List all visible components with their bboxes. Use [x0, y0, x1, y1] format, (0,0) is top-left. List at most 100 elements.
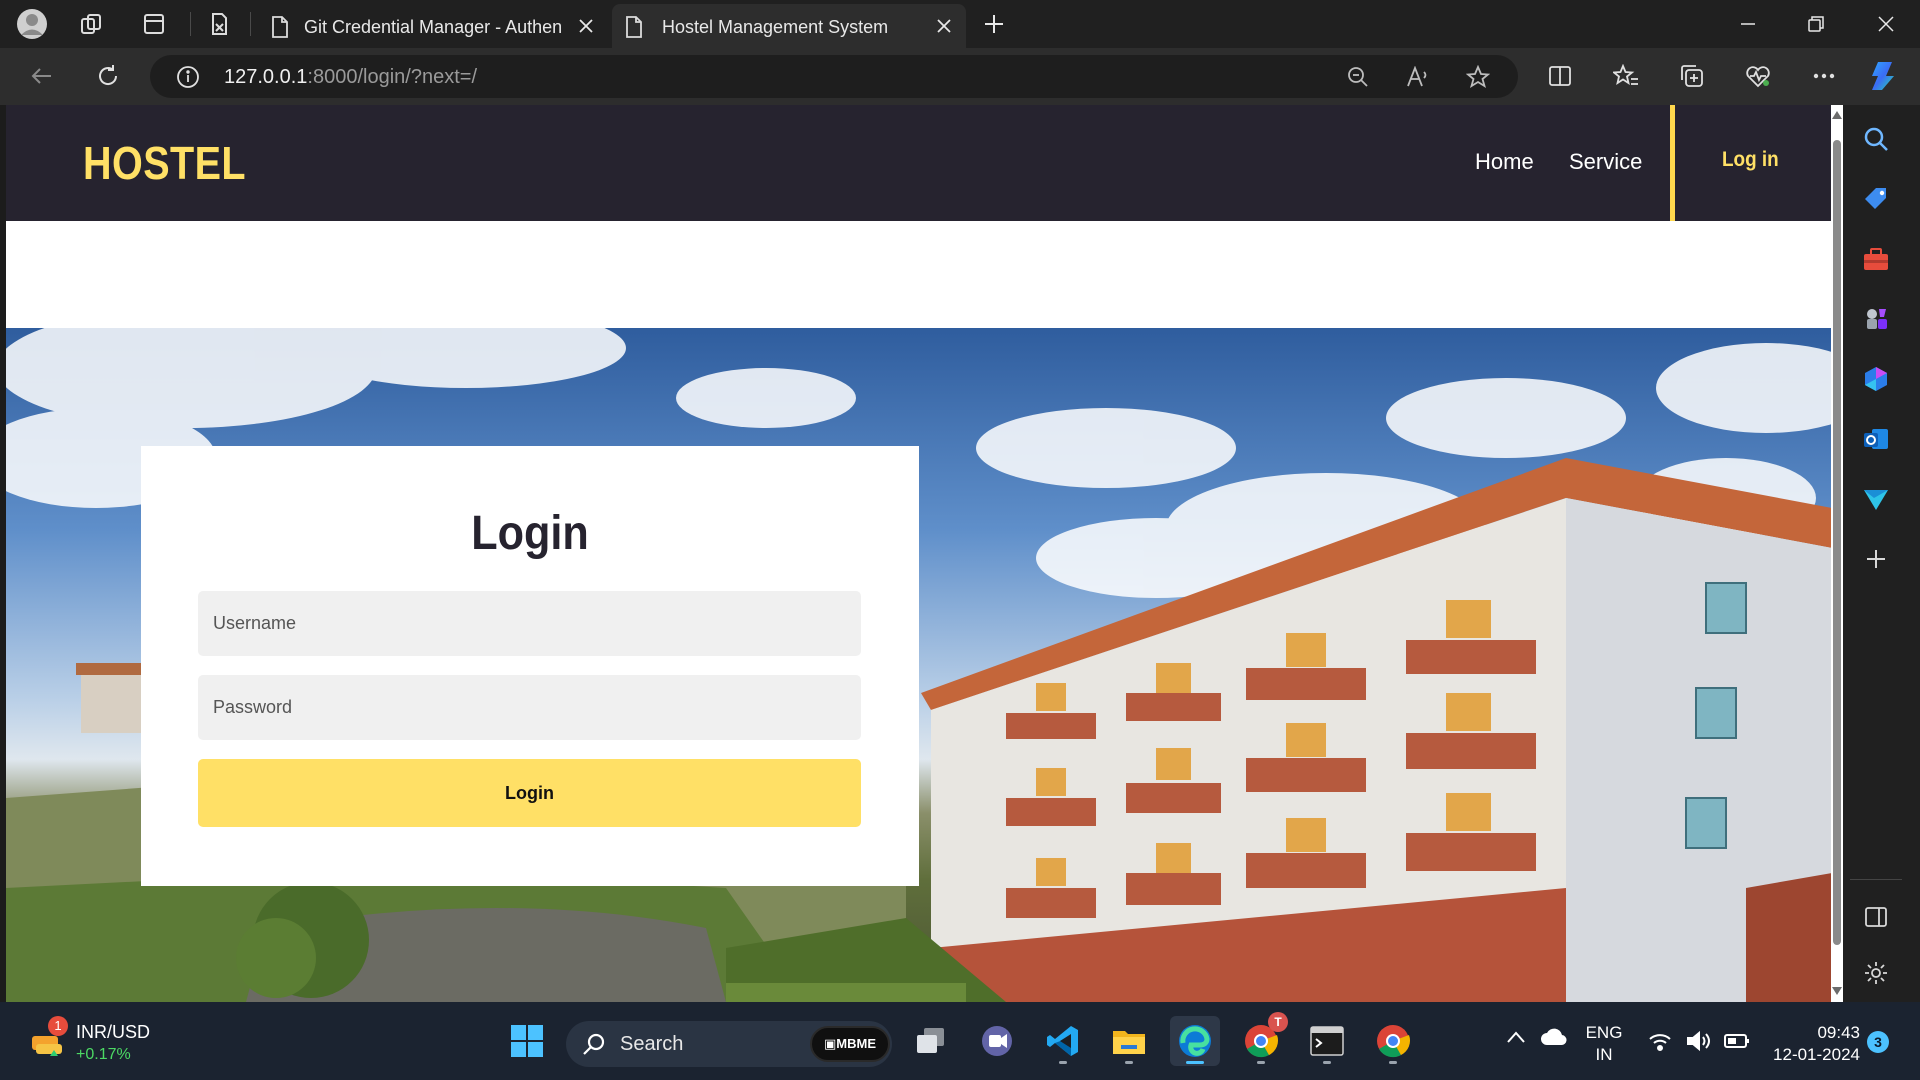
copilot-icon[interactable] — [1866, 56, 1906, 96]
back-arrow-icon[interactable] — [22, 56, 62, 96]
taskbar-search-label: Search — [620, 1033, 684, 1055]
search-icon — [583, 1033, 605, 1055]
tools-briefcase-icon[interactable] — [1858, 241, 1894, 277]
clock-date-text: 12-01-2024 — [1773, 1045, 1860, 1064]
minimize-icon[interactable] — [1714, 0, 1782, 48]
page-icon — [624, 16, 644, 43]
favorite-star-icon[interactable] — [1462, 61, 1494, 93]
clock-date[interactable]: 09:43 12-01-2024 — [1760, 1022, 1860, 1066]
tab-hostel-management-system[interactable]: Hostel Management System — [612, 4, 966, 48]
clock-time: 09:43 — [1817, 1023, 1860, 1042]
tab-title: Hostel Management System — [662, 17, 889, 37]
show-hidden-icons-chevron-icon[interactable] — [1506, 1030, 1526, 1049]
split-screen-icon[interactable] — [1540, 56, 1580, 96]
screen: Git Credential Manager - Authen Hostel M… — [0, 0, 1920, 1080]
tab-title: Git Credential Manager - Authen — [304, 17, 562, 37]
site-navbar: HOSTEL Home Service Log in — [6, 105, 1832, 221]
url-text[interactable]: 127.0.0.1:8000/login/?next=/ — [224, 66, 477, 89]
login-heading: Login — [471, 507, 589, 560]
file-explorer-icon[interactable] — [1104, 1016, 1154, 1066]
shopping-tag-icon[interactable] — [1858, 181, 1894, 217]
onedrive-cloud-icon[interactable] — [1540, 1028, 1568, 1051]
new-tab-icon[interactable] — [976, 6, 1012, 42]
login-card: Login Login — [141, 446, 919, 886]
chrome-profile-badge: T — [1268, 1012, 1288, 1032]
workspaces-icon[interactable] — [74, 6, 110, 42]
windows-taskbar: 1 INR/USD +0.17% Search ▣MBME T ENG IN 0… — [0, 1002, 1920, 1080]
password-input[interactable] — [198, 675, 861, 740]
site-info-icon[interactable] — [172, 61, 204, 93]
address-bar[interactable]: 127.0.0.1:8000/login/?next=/ — [150, 55, 1518, 98]
edge-browser-icon[interactable] — [1170, 1016, 1220, 1066]
active-app-indicator — [1186, 1061, 1204, 1064]
scroll-down-arrow-icon[interactable] — [1831, 985, 1843, 997]
pinned-tab-icon[interactable] — [201, 6, 237, 42]
collections-icon[interactable] — [1672, 56, 1712, 96]
widget-badge: 1 — [48, 1016, 68, 1036]
region-code: IN — [1595, 1045, 1613, 1064]
nav-home-link[interactable]: Home — [1475, 149, 1534, 175]
more-options-icon[interactable] — [1804, 56, 1844, 96]
close-tab-icon[interactable] — [932, 14, 956, 38]
send-drop-icon[interactable] — [1858, 481, 1894, 517]
task-view-icon[interactable] — [906, 1016, 956, 1066]
nav-service-link[interactable]: Service — [1569, 149, 1642, 175]
wifi-icon[interactable] — [1648, 1032, 1672, 1057]
add-sidebar-app-icon[interactable] — [1858, 541, 1894, 577]
browser-tab-strip: Git Credential Manager - Authen Hostel M… — [0, 0, 1920, 48]
page-icon — [270, 16, 290, 43]
running-indicator — [1125, 1061, 1133, 1064]
chrome-profile-icon[interactable]: T — [1236, 1012, 1288, 1066]
outlook-icon[interactable] — [1858, 421, 1894, 457]
start-windows-icon[interactable] — [502, 1016, 552, 1066]
sidebar-settings-gear-icon[interactable] — [1858, 955, 1894, 991]
games-chess-icon[interactable] — [1858, 301, 1894, 337]
widget-title: INR/USD — [76, 1022, 151, 1042]
close-window-icon[interactable] — [1852, 0, 1920, 48]
reload-icon[interactable] — [88, 56, 128, 96]
tab-git-credential-manager[interactable]: Git Credential Manager - Authen — [258, 4, 608, 48]
sidebar-divider — [1850, 879, 1902, 880]
teams-chat-icon[interactable] — [972, 1016, 1022, 1066]
username-input[interactable] — [198, 591, 861, 656]
microsoft-365-icon[interactable] — [1858, 361, 1894, 397]
page-scrollbar[interactable] — [1831, 105, 1843, 1002]
page-viewport: HOSTEL Home Service Log in Login Usernam… — [6, 105, 1832, 1002]
edge-sidebar — [1832, 105, 1920, 1002]
scrollbar-thumb[interactable] — [1833, 140, 1841, 945]
chrome-icon[interactable] — [1368, 1016, 1418, 1066]
running-indicator — [1389, 1061, 1397, 1064]
running-indicator — [1059, 1061, 1067, 1064]
site-brand-logo[interactable]: HOSTEL — [83, 136, 246, 190]
read-aloud-icon[interactable] — [1402, 61, 1434, 93]
running-indicator — [1257, 1061, 1265, 1064]
zoom-out-icon[interactable] — [1342, 61, 1374, 93]
restore-icon[interactable] — [1782, 0, 1850, 48]
input-language-indicator[interactable]: ENG IN — [1580, 1022, 1628, 1066]
nav-login-link[interactable]: Log in — [1722, 148, 1779, 172]
tab-actions-icon[interactable] — [136, 6, 172, 42]
search-highlight-mbme-icon: ▣MBME — [810, 1026, 890, 1062]
hide-sidebar-icon[interactable] — [1858, 899, 1894, 935]
close-tab-icon[interactable] — [574, 14, 598, 38]
terminal-icon[interactable] — [1302, 1016, 1352, 1066]
login-submit-button[interactable]: Login — [198, 759, 861, 827]
battery-icon[interactable] — [1724, 1033, 1750, 1054]
nav-divider — [1670, 105, 1675, 221]
tabstrip-divider — [250, 12, 251, 36]
scroll-up-arrow-icon[interactable] — [1831, 109, 1843, 121]
browser-essentials-icon[interactable] — [1738, 56, 1778, 96]
vs-code-icon[interactable] — [1038, 1016, 1088, 1066]
weather-stocks-widget[interactable]: 1 INR/USD +0.17% — [22, 1014, 182, 1068]
profile-avatar[interactable] — [14, 6, 50, 42]
browser-toolbar: 127.0.0.1:8000/login/?next=/ — [0, 48, 1920, 105]
tabstrip-divider — [190, 12, 191, 36]
running-indicator — [1323, 1061, 1331, 1064]
search-icon[interactable] — [1858, 121, 1894, 157]
favorites-icon[interactable] — [1606, 56, 1646, 96]
taskbar-search-box[interactable]: Search ▣MBME — [566, 1021, 892, 1067]
notification-count-badge[interactable]: 3 — [1867, 1031, 1889, 1053]
widget-change: +0.17% — [76, 1046, 131, 1063]
language-code: ENG — [1585, 1023, 1623, 1042]
volume-speaker-icon[interactable] — [1686, 1030, 1712, 1057]
